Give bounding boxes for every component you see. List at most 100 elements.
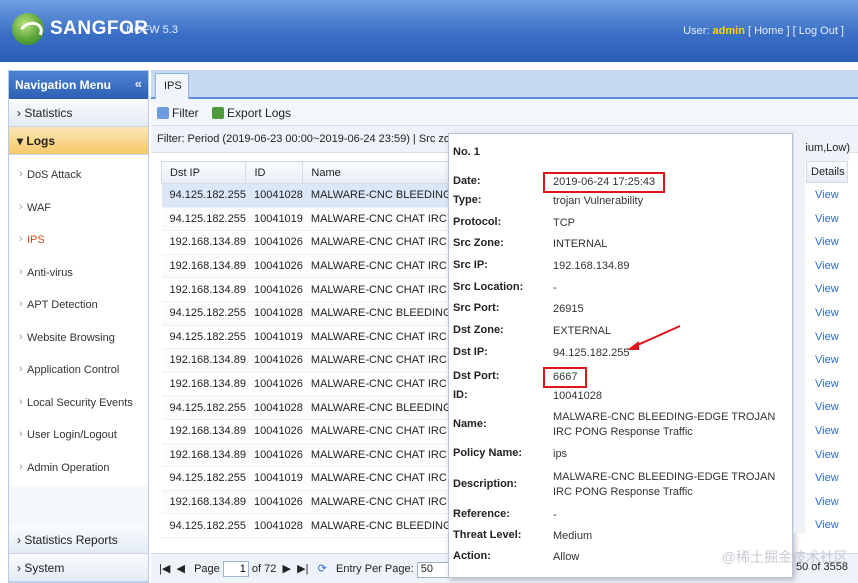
detail-value: 26915 — [553, 303, 584, 315]
view-link[interactable]: View — [806, 466, 848, 490]
next-page-icon[interactable]: ▶ — [283, 563, 291, 575]
view-link[interactable]: View — [806, 372, 848, 396]
sidebar-item-admin-operation[interactable]: Admin Operation — [9, 454, 148, 487]
detail-value: Medium — [553, 530, 593, 542]
cell-id: 10041028 — [245, 513, 303, 538]
view-link[interactable]: View — [806, 277, 848, 301]
view-link[interactable]: View — [806, 443, 848, 467]
cell-id: 10041026 — [245, 230, 303, 255]
detail-label: Name: — [453, 418, 487, 430]
view-link[interactable]: View — [806, 301, 848, 325]
sidebar-section-statistics[interactable]: › Statistics — [9, 99, 148, 127]
view-link[interactable]: View — [806, 513, 848, 537]
detail-value: trojan Vulnerability — [553, 195, 644, 207]
sidebar-item-local-security-events[interactable]: Local Security Events — [9, 389, 148, 422]
sidebar-item-waf[interactable]: WAF — [9, 194, 148, 227]
detail-label: Src Location: — [453, 281, 524, 293]
refresh-icon[interactable]: ⟳ — [318, 563, 327, 575]
cell-id: 10041028 — [245, 183, 303, 208]
sidebar: Navigation Menu « › Statistics ▾ Logs Do… — [8, 70, 149, 583]
details-column: Details View View View View View View View View… — [806, 161, 848, 537]
cell-dst-ip: 94.125.182.255 — [161, 395, 246, 420]
sidebar-item-anti-virus[interactable]: Anti-virus — [9, 259, 148, 292]
sidebar-item-application-control[interactable]: Application Control — [9, 356, 148, 389]
detail-value: ips — [553, 448, 568, 460]
cell-dst-ip: 192.168.134.89 — [161, 277, 246, 302]
sidebar-log-items: DoS AttackWAFIPSAnti-virusAPT DetectionW… — [9, 155, 148, 486]
col-id[interactable]: ID — [245, 161, 304, 184]
cell-dst-ip: 94.125.182.255 — [161, 183, 246, 208]
user-label: User: — [683, 25, 710, 37]
cell-id: 10041019 — [245, 466, 303, 491]
user-name: admin — [712, 25, 745, 37]
detail-label: Reference: — [453, 508, 510, 520]
cell-dst-ip: 94.125.182.255 — [161, 466, 246, 491]
detail-label: Threat Level: — [453, 529, 522, 541]
sidebar-section-system[interactable]: › System — [9, 554, 148, 582]
page-input[interactable] — [222, 561, 249, 577]
detail-value: 6667 — [543, 367, 783, 388]
detail-label: Dst IP: — [453, 346, 488, 358]
filter-button[interactable]: Filter — [157, 106, 199, 120]
cell-dst-ip: 192.168.134.89 — [161, 490, 246, 515]
tab-strip: IPS — [151, 70, 858, 99]
cell-dst-ip: 192.168.134.89 — [161, 254, 246, 279]
detail-label: Src IP: — [453, 259, 488, 271]
top-header: SANGFOR NGFW 5.3 User: admin [ Home ] [ … — [0, 0, 858, 62]
first-page-icon[interactable]: |◀ — [159, 563, 170, 575]
sidebar-item-dos-attack[interactable]: DoS Attack — [9, 161, 148, 194]
detail-label: Action: — [453, 550, 491, 562]
view-link[interactable]: View — [806, 230, 848, 254]
detail-label: Dst Port: — [453, 370, 500, 382]
detail-value: 192.168.134.89 — [553, 260, 630, 272]
cell-id: 10041026 — [245, 277, 303, 302]
cell-dst-ip: 192.168.134.89 — [161, 230, 246, 255]
cell-id: 10041026 — [245, 443, 303, 468]
detail-label: Dst Zone: — [453, 324, 504, 336]
user-bar: User: admin [ Home ] [ Log Out ] — [683, 25, 844, 37]
sidebar-item-user-login-logout[interactable]: User Login/Logout — [9, 421, 148, 454]
view-link[interactable]: View — [806, 207, 848, 231]
cell-dst-ip: 94.125.182.255 — [161, 513, 246, 538]
cell-dst-ip: 94.125.182.255 — [161, 301, 246, 326]
view-link[interactable]: View — [806, 325, 848, 349]
cell-id: 10041028 — [245, 301, 303, 326]
tab-ips[interactable]: IPS — [155, 73, 189, 99]
detail-label: Src Port: — [453, 302, 500, 314]
detail-value: INTERNAL — [553, 238, 608, 250]
nav-menu-header: Navigation Menu « — [9, 71, 148, 99]
page-label: Page — [194, 563, 220, 575]
sidebar-item-apt-detection[interactable]: APT Detection — [9, 291, 148, 324]
prev-page-icon[interactable]: ◀ — [176, 563, 184, 575]
sidebar-item-website-browsing[interactable]: Website Browsing — [9, 324, 148, 357]
sidebar-item-ips[interactable]: IPS — [9, 226, 148, 259]
cell-id: 10041026 — [245, 254, 303, 279]
detail-label: ID: — [453, 389, 468, 401]
detail-label: Type: — [453, 194, 482, 206]
view-link[interactable]: View — [806, 348, 848, 372]
last-page-icon[interactable]: ▶| — [297, 563, 308, 575]
detail-value: 10041028 — [553, 390, 602, 402]
col-details: Details — [806, 161, 848, 183]
logout-link[interactable]: [ Log Out ] — [793, 25, 844, 37]
popup-scrollbar[interactable] — [793, 133, 805, 533]
col-dst-ip[interactable]: Dst IP — [160, 161, 247, 184]
highlighted-value: 6667 — [543, 367, 588, 388]
view-link[interactable]: View — [806, 419, 848, 443]
cell-id: 10041026 — [245, 348, 303, 373]
export-logs-button[interactable]: Export Logs — [212, 106, 291, 120]
home-link[interactable]: [ Home ] — [748, 25, 790, 37]
collapse-icon[interactable]: « — [135, 76, 142, 91]
sidebar-section-reports[interactable]: › Statistics Reports — [9, 526, 148, 554]
sangfor-logo-icon — [12, 13, 44, 45]
detail-label: Src Zone: — [453, 237, 504, 249]
sidebar-section-logs[interactable]: ▾ Logs — [9, 127, 148, 155]
view-link[interactable]: View — [806, 183, 848, 207]
detail-value: 2019-06-24 17:25:43 — [543, 172, 783, 193]
cell-id: 10041028 — [245, 395, 303, 420]
view-link[interactable]: View — [806, 395, 848, 419]
detail-label: Description: — [453, 478, 518, 490]
view-link[interactable]: View — [806, 490, 848, 514]
view-link[interactable]: View — [806, 254, 848, 278]
cell-dst-ip: 192.168.134.89 — [161, 348, 246, 373]
